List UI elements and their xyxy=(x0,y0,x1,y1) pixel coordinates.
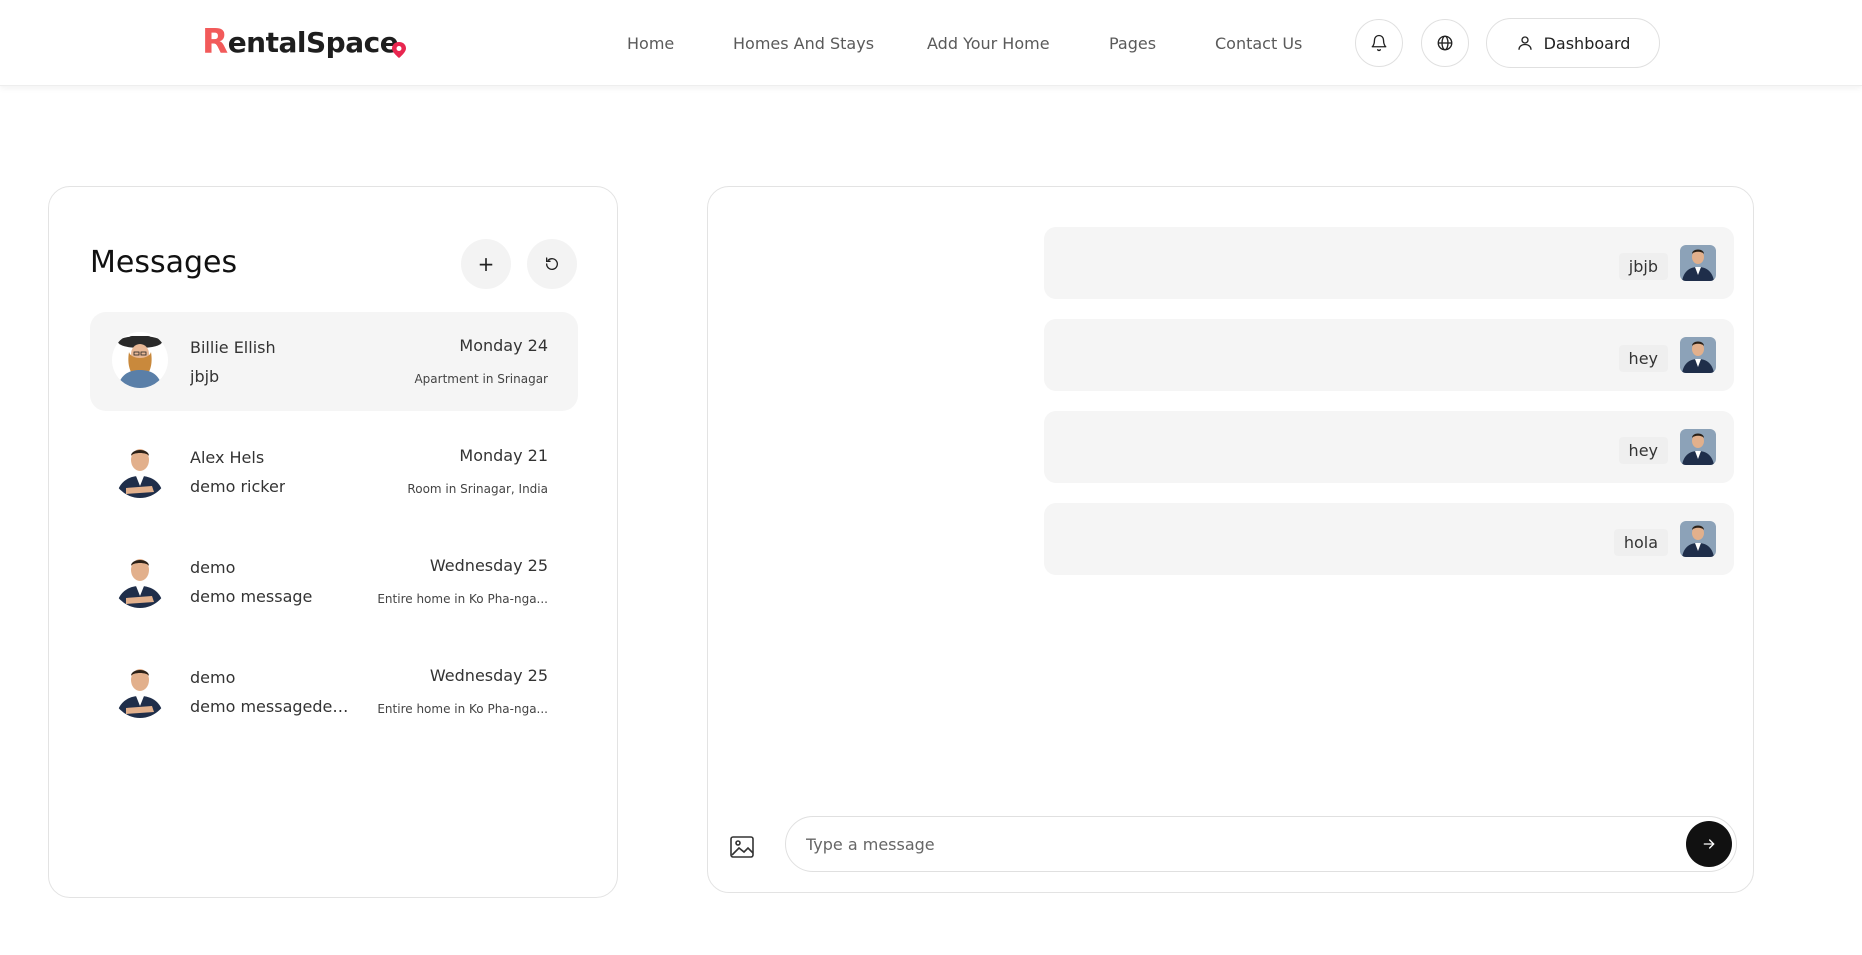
sender-avatar xyxy=(1680,337,1716,373)
arrow-right-icon xyxy=(1703,839,1715,849)
message-input-wrapper xyxy=(785,816,1737,872)
conversation-date: Monday 21 xyxy=(459,446,548,465)
sender-avatar xyxy=(1680,429,1716,465)
conversation-item[interactable]: demo demo messagedem... Wednesday 25 Ent… xyxy=(90,642,578,741)
user-icon xyxy=(1517,36,1532,50)
refresh-button[interactable] xyxy=(527,239,577,289)
avatar xyxy=(112,662,168,718)
messages-title: Messages xyxy=(90,245,238,280)
conversation-preview: demo message xyxy=(190,587,313,606)
logo-pin-icon xyxy=(392,42,407,58)
image-icon xyxy=(730,836,754,858)
avatar xyxy=(112,442,168,498)
conversation-item[interactable]: Billie Ellish jbjb Monday 24 Apartment i… xyxy=(90,312,578,411)
avatar xyxy=(112,552,168,608)
globe-icon xyxy=(1437,35,1453,51)
chat-message: hola xyxy=(1044,503,1734,575)
language-button[interactable] xyxy=(1421,19,1469,67)
conversation-date: Wednesday 25 xyxy=(429,556,548,575)
conversation-date: Wednesday 25 xyxy=(429,666,548,685)
dashboard-label: Dashboard xyxy=(1543,33,1631,53)
conversation-preview: demo messagedem... xyxy=(190,697,355,716)
new-message-button[interactable]: + xyxy=(461,239,511,289)
chat-message: hey xyxy=(1044,411,1734,483)
conversation-listing: Entire home in Ko Pha-nga... xyxy=(377,702,548,716)
conversation-item[interactable]: Alex Hels demo ricker Monday 21 Room in … xyxy=(90,422,578,521)
message-input[interactable] xyxy=(806,817,1666,871)
top-header: R entalSpac e Home Homes And Stays Add Y… xyxy=(0,0,1862,86)
dashboard-button[interactable]: Dashboard xyxy=(1486,18,1660,68)
nav-homes-and-stays[interactable]: Homes And Stays xyxy=(733,34,874,53)
chat-message: jbjb xyxy=(1044,227,1734,299)
conversation-item[interactable]: demo demo message Wednesday 25 Entire ho… xyxy=(90,532,578,631)
bell-icon xyxy=(1371,34,1387,52)
conversation-date: Monday 24 xyxy=(459,336,548,355)
chat-panel: jbjb hey hey hola xyxy=(707,186,1754,893)
conversation-name: demo xyxy=(190,668,236,687)
conversation-name: Alex Hels xyxy=(190,448,265,467)
sender-avatar xyxy=(1680,245,1716,281)
logo-text: entalSpac xyxy=(227,25,381,59)
conversation-name: demo xyxy=(190,558,236,577)
logo-letter-r: R xyxy=(202,22,228,62)
nav-pages[interactable]: Pages xyxy=(1109,34,1156,53)
plus-icon: + xyxy=(477,252,495,276)
notifications-button[interactable] xyxy=(1355,19,1403,67)
conversation-listing: Entire home in Ko Pha-nga... xyxy=(377,592,548,606)
conversation-listing: Apartment in Srinagar xyxy=(414,372,548,386)
conversation-name: Billie Ellish xyxy=(190,338,276,357)
conversation-preview: jbjb xyxy=(190,367,220,386)
chat-message-text: hey xyxy=(1618,437,1668,464)
nav-add-your-home[interactable]: Add Your Home xyxy=(927,34,1050,53)
avatar xyxy=(112,332,168,388)
nav-contact-us[interactable]: Contact Us xyxy=(1215,34,1302,53)
messages-panel: Messages + Billie Ellish jbjb Monday 24 … xyxy=(48,186,618,898)
conversation-preview: demo ricker xyxy=(190,477,286,496)
conversation-listing: Room in Srinagar, India xyxy=(407,482,548,496)
attach-image-button[interactable] xyxy=(728,833,756,861)
nav-home[interactable]: Home xyxy=(627,34,674,53)
sender-avatar xyxy=(1680,521,1716,557)
chat-message: hey xyxy=(1044,319,1734,391)
send-button[interactable] xyxy=(1686,821,1732,867)
chat-message-text: hey xyxy=(1618,345,1668,372)
logo[interactable]: R entalSpac e xyxy=(202,22,408,62)
chat-message-text: jbjb xyxy=(1618,253,1668,280)
chat-message-text: hola xyxy=(1613,529,1668,556)
refresh-icon xyxy=(546,257,558,270)
